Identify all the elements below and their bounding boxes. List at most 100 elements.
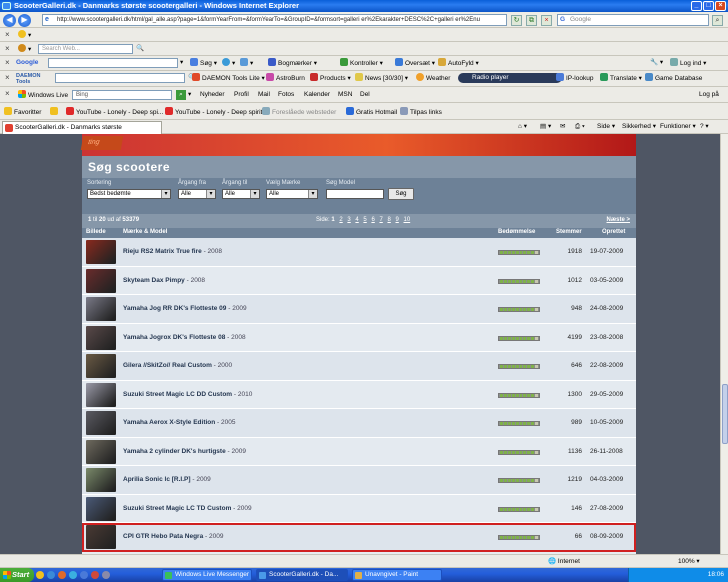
page-link[interactable]: 7 — [379, 217, 382, 223]
sort-select[interactable]: Bedst bedømte — [87, 189, 171, 199]
quicklaunch-icon[interactable] — [58, 571, 66, 579]
page-link[interactable]: 5 — [363, 217, 366, 223]
scooter-title-link[interactable]: Gilera //SkitZo// Real Custom - 2000 — [123, 362, 232, 369]
scooter-title-link[interactable]: Skyteam Dax Pimpy - 2008 — [123, 277, 205, 284]
page-link[interactable]: 3 — [347, 217, 350, 223]
url-input[interactable]: e http://www.scootergalleri.dk/html/gal_… — [42, 14, 507, 26]
search-icon[interactable]: 🔍 — [136, 44, 144, 54]
profil-link[interactable]: Profil — [234, 90, 249, 100]
scooter-title-link[interactable]: CPI GTR Hebo Pata Negra - 2009 — [123, 533, 223, 540]
page-link[interactable]: 9 — [395, 217, 398, 223]
globe-icon[interactable]: ▾ — [222, 58, 235, 68]
page-link[interactable]: 6 — [371, 217, 374, 223]
share-icon[interactable]: ▾ — [240, 58, 253, 68]
table-row[interactable]: Rieju RS2 Matrix True fire - 2008 1918 19-… — [82, 238, 636, 267]
google-toolbar-input[interactable] — [48, 58, 178, 68]
page-link[interactable]: 10 — [404, 217, 411, 223]
smiley-icon[interactable]: ▾ — [18, 30, 31, 40]
scooter-thumbnail[interactable] — [86, 411, 116, 435]
add-favorite-icon[interactable] — [50, 107, 60, 117]
table-row[interactable]: Aprilia Sonic lc [R.I.P] - 2009 1219 04-03… — [82, 466, 636, 495]
fav-link-customize[interactable]: Tilpas links — [400, 107, 442, 117]
settings-icon[interactable]: 🔧 ▾ — [650, 58, 663, 68]
login-button[interactable]: Log ind ▾ — [670, 58, 706, 68]
scooter-title-link[interactable]: Yamaha Aerox X-Style Edition - 2005 — [123, 419, 235, 426]
fav-link-youtube-2[interactable]: YouTube - Lonely - Deep spirit — [165, 107, 262, 117]
del-link[interactable]: Del — [360, 90, 370, 100]
search-go-icon[interactable]: ⌕ — [712, 15, 723, 26]
toolbar-close-icon[interactable]: × — [5, 30, 10, 39]
tab-active[interactable]: ScooterGalleri.dk - Danmarks største sco… — [2, 121, 162, 143]
scooter-thumbnail[interactable] — [86, 525, 116, 549]
table-row[interactable]: Gilera //SkitZo// Real Custom - 2000 646 2… — [82, 352, 636, 381]
mail-link[interactable]: Mail — [258, 90, 270, 100]
table-row[interactable]: Suzuki Street Magic LC TD Custom - 2009 1… — [82, 494, 636, 523]
toolbar-dropdown-icon[interactable]: ▾ — [180, 58, 183, 68]
quicklaunch-icon[interactable] — [102, 571, 110, 579]
table-row[interactable]: Yamaha Jogrox DK's Flotteste 08 - 2008 41… — [82, 323, 636, 352]
radio-player-button[interactable]: Radio player — [458, 73, 562, 83]
scooter-title-link[interactable]: Yamaha Jogrox DK's Flotteste 08 - 2008 — [123, 334, 246, 341]
maximize-button[interactable]: □ — [703, 1, 714, 11]
fav-link-suggested[interactable]: Foreslåede websteder — [262, 107, 336, 117]
quicklaunch-icon[interactable] — [36, 571, 44, 579]
kalender-link[interactable]: Kalender — [304, 90, 330, 100]
quicklaunch-icon[interactable] — [47, 571, 55, 579]
daemon-tools-button[interactable]: DAEMON Tools Lite ▾ — [192, 73, 265, 83]
print-icon[interactable]: ⎙ ▾ — [575, 122, 585, 132]
compat-icon[interactable]: ⧉ — [526, 15, 537, 26]
table-row[interactable]: Yamaha 2 cylinder DK's hurtigste - 2009 1… — [82, 437, 636, 466]
refresh-icon[interactable]: ↻ — [511, 15, 522, 26]
daemon-search-input[interactable] — [55, 73, 185, 83]
forward-icon[interactable]: ▶ — [18, 14, 31, 27]
vertical-scrollbar[interactable] — [720, 134, 728, 554]
scrollbar-thumb[interactable] — [722, 384, 728, 444]
toolbar-dropdown-icon[interactable]: ▾ — [188, 90, 191, 100]
fav-link-youtube-1[interactable]: YouTube - Lonely - Deep spi... — [66, 107, 163, 117]
favorites-button[interactable]: Favoritter — [4, 107, 41, 117]
minimize-button[interactable]: _ — [691, 1, 702, 11]
page-menu[interactable]: Side ▾ — [597, 122, 615, 132]
table-row[interactable]: Yamaha Jog RR DK's Flotteste 09 - 2009 94… — [82, 295, 636, 324]
google-search-button[interactable]: Søg ▾ — [190, 58, 217, 68]
nyheder-link[interactable]: Nyheder — [200, 90, 225, 100]
game-database-button[interactable]: Game Database — [645, 73, 702, 83]
scooter-title-link[interactable]: Yamaha 2 cylinder DK's hurtigste - 2009 — [123, 448, 246, 455]
scooter-title-link[interactable]: Suzuki Street Magic LC TD Custom - 2009 — [123, 505, 252, 512]
autofill-button[interactable]: AutoFyld ▾ — [438, 58, 479, 68]
table-row[interactable]: CPI GTR Hebo Pata Negra - 2009 66 08-09-20… — [82, 523, 636, 552]
astroburn-button[interactable]: AstroBurn — [266, 73, 305, 83]
page-link[interactable]: 1 — [331, 217, 334, 223]
page-link[interactable]: 8 — [387, 217, 390, 223]
scooter-thumbnail[interactable] — [86, 268, 116, 293]
msn-link[interactable]: MSN — [338, 90, 352, 100]
scooter-title-link[interactable]: Yamaha Jog RR DK's Flotteste 09 - 2009 — [123, 305, 247, 312]
taskbar-ie[interactable]: ScooterGalleri.dk - Da... — [256, 569, 348, 581]
quicklaunch-icon[interactable] — [91, 571, 99, 579]
help-icon[interactable]: ? ▾ — [700, 122, 709, 132]
toolbar-close-icon[interactable]: × — [5, 89, 10, 98]
translate-tool-button[interactable]: Translate ▾ — [600, 73, 642, 83]
next-page-link[interactable]: Næste > — [606, 217, 630, 223]
fotos-link[interactable]: Fotos — [278, 90, 294, 100]
quicklaunch-icon[interactable] — [69, 571, 77, 579]
page-link[interactable]: 2 — [339, 217, 342, 223]
close-button[interactable]: × — [715, 1, 726, 11]
table-row[interactable]: Suzuki Street Magic LC DD Custom - 2010 1… — [82, 380, 636, 409]
fav-link-hotmail[interactable]: Gratis Hotmail — [346, 107, 397, 117]
taskbar-messenger[interactable]: Windows Live Messenger — [162, 569, 252, 581]
home-icon[interactable]: ⌂ ▾ — [518, 122, 527, 132]
scooter-thumbnail[interactable] — [86, 468, 116, 492]
news-button[interactable]: News [30/30] ▾ — [355, 73, 408, 83]
weather-button[interactable]: Weather — [416, 73, 450, 83]
start-button[interactable]: Start — [0, 568, 34, 582]
year-from-select[interactable]: Alle — [178, 189, 216, 199]
year-to-select[interactable]: Alle — [222, 189, 260, 199]
search-input[interactable]: G Google — [557, 14, 709, 26]
scooter-thumbnail[interactable] — [86, 297, 116, 321]
toolbar-close-icon[interactable]: × — [5, 44, 10, 53]
check-button[interactable]: Kontroller ▾ — [340, 58, 383, 68]
stop-icon[interactable]: × — [541, 15, 552, 26]
scooter-title-link[interactable]: Suzuki Street Magic LC DD Custom - 2010 — [123, 391, 252, 398]
zoom-level[interactable]: 100% ▾ — [678, 557, 700, 567]
